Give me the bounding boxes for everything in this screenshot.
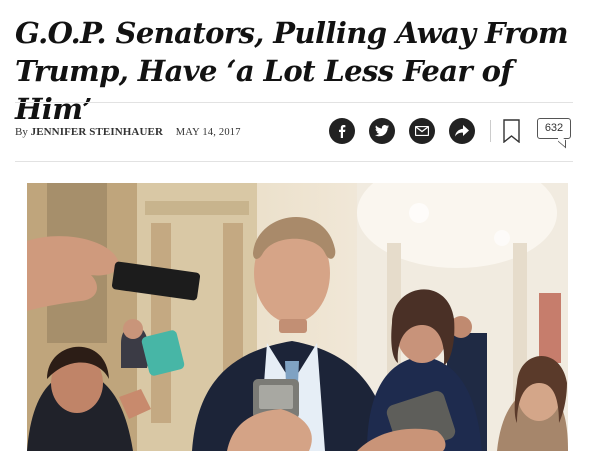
bottom-divider — [15, 161, 573, 162]
facebook-icon — [339, 125, 346, 138]
facebook-share-button[interactable] — [329, 118, 355, 144]
byline: By JENNIFER STEINHAUER MAY 14, 2017 — [15, 126, 241, 138]
save-bookmark-button[interactable] — [503, 119, 520, 148]
twitter-share-button[interactable] — [369, 118, 395, 144]
bookmark-icon — [503, 119, 520, 144]
twitter-icon — [375, 125, 389, 137]
share-icon — [455, 125, 469, 137]
comments-button[interactable]: 632 — [537, 118, 571, 149]
author-link[interactable]: JENNIFER STEINHAUER — [31, 126, 163, 138]
email-share-button[interactable] — [409, 118, 435, 144]
publish-date: MAY 14, 2017 — [175, 127, 241, 138]
comment-count: 632 — [537, 118, 571, 139]
top-divider — [15, 102, 573, 103]
more-share-button[interactable] — [449, 118, 475, 144]
email-icon — [415, 126, 429, 136]
photo-illustration — [27, 183, 568, 451]
article-photo[interactable] — [27, 183, 568, 451]
byline-prefix: By — [15, 126, 28, 138]
headline: G.O.P. Senators, Pulling Away From Trump… — [15, 16, 569, 126]
share-tools — [329, 118, 475, 144]
share-divider — [490, 120, 491, 142]
